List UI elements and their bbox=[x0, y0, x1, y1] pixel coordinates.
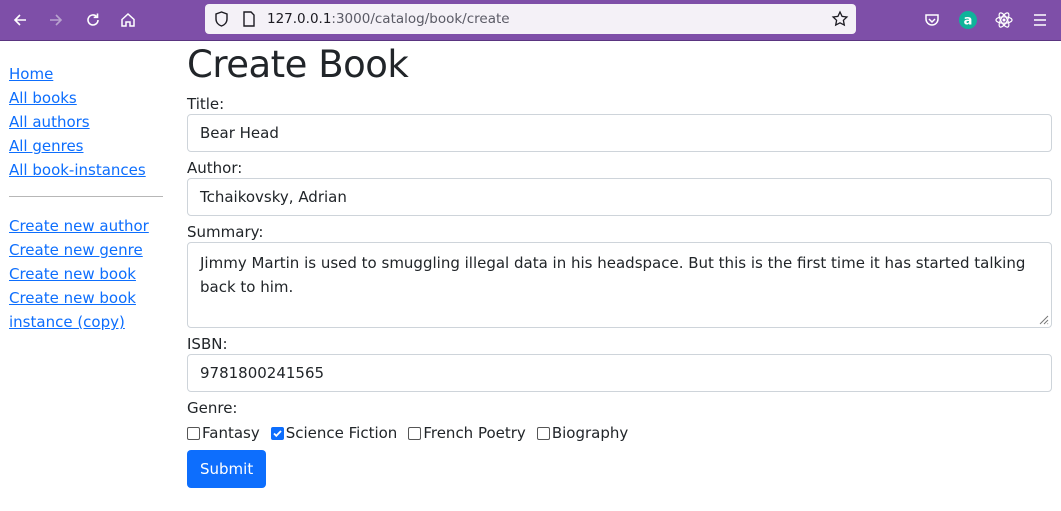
svg-text:a: a bbox=[964, 14, 973, 29]
sidebar-link-all-books[interactable]: All books bbox=[9, 86, 165, 110]
author-label: Author: bbox=[187, 159, 243, 177]
sidebar-link-all-authors[interactable]: All authors bbox=[9, 110, 165, 134]
pocket-icon[interactable] bbox=[920, 8, 944, 32]
browser-toolbar: 127.0.0.1:3000/catalog/book/create a bbox=[0, 0, 1061, 41]
fantasy-label: Fantasy bbox=[202, 424, 260, 442]
sidebar-link-create-author[interactable]: Create new author bbox=[9, 214, 165, 238]
reload-icon[interactable] bbox=[81, 8, 105, 32]
sidebar-divider bbox=[9, 196, 163, 197]
isbn-label: ISBN: bbox=[187, 335, 228, 353]
page-icon[interactable] bbox=[241, 10, 257, 32]
title-label: Title: bbox=[187, 95, 225, 113]
back-icon[interactable] bbox=[8, 8, 32, 32]
author-input[interactable]: Tchaikovsky, Adrian bbox=[187, 178, 1052, 216]
genre-checkbox-group: Fantasy Science Fiction French Poetry Bi… bbox=[187, 422, 1052, 444]
extension-a-icon[interactable]: a bbox=[956, 8, 980, 32]
sidebar-link-all-genres[interactable]: All genres bbox=[9, 134, 165, 158]
isbn-input[interactable]: 9781800241565 bbox=[187, 354, 1052, 392]
biography-checkbox[interactable] bbox=[536, 426, 550, 440]
science-fiction-checkbox[interactable] bbox=[270, 426, 284, 440]
science-fiction-label: Science Fiction bbox=[285, 424, 398, 442]
url-text: 127.0.0.1:3000/catalog/book/create bbox=[267, 11, 510, 27]
genre-option-fantasy[interactable]: Fantasy bbox=[187, 424, 260, 442]
resize-handle-icon[interactable] bbox=[1037, 313, 1049, 325]
sidebar-link-all-book-instances[interactable]: All book-instances bbox=[9, 158, 165, 182]
home-icon[interactable] bbox=[116, 8, 140, 32]
forward-icon[interactable] bbox=[44, 8, 68, 32]
title-input[interactable]: Bear Head bbox=[187, 114, 1052, 152]
sidebar-link-create-book-instance[interactable]: Create new book instance (copy) bbox=[9, 286, 139, 334]
biography-label: Biography bbox=[551, 424, 629, 442]
submit-button[interactable]: Submit bbox=[187, 450, 267, 488]
sidebar-nav: Home All books All authors All genres Al… bbox=[9, 62, 165, 334]
genre-option-science-fiction[interactable]: Science Fiction bbox=[270, 424, 398, 442]
genre-option-biography[interactable]: Biography bbox=[536, 424, 629, 442]
create-book-form: Create Book Title: Bear Head Author: Tch… bbox=[187, 40, 1052, 488]
genre-label: Genre: bbox=[187, 399, 238, 417]
summary-text: Jimmy Martin is used to smuggling illega… bbox=[200, 254, 1026, 296]
react-devtools-icon[interactable] bbox=[992, 8, 1016, 32]
genre-option-french-poetry[interactable]: French Poetry bbox=[408, 424, 526, 442]
french-poetry-checkbox[interactable] bbox=[408, 426, 422, 440]
french-poetry-label: French Poetry bbox=[423, 424, 526, 442]
sidebar-link-create-genre[interactable]: Create new genre bbox=[9, 238, 165, 262]
menu-icon[interactable] bbox=[1028, 8, 1052, 32]
summary-textarea[interactable]: Jimmy Martin is used to smuggling illega… bbox=[187, 242, 1052, 328]
sidebar-link-create-book[interactable]: Create new book bbox=[9, 262, 165, 286]
bookmark-star-icon[interactable] bbox=[831, 10, 849, 32]
shield-icon[interactable] bbox=[213, 10, 230, 32]
sidebar-link-home[interactable]: Home bbox=[9, 62, 165, 86]
summary-label: Summary: bbox=[187, 223, 264, 241]
page-title: Create Book bbox=[187, 43, 409, 86]
fantasy-checkbox[interactable] bbox=[187, 426, 200, 440]
address-bar[interactable]: 127.0.0.1:3000/catalog/book/create bbox=[205, 4, 856, 34]
checkmark-icon bbox=[273, 429, 282, 437]
